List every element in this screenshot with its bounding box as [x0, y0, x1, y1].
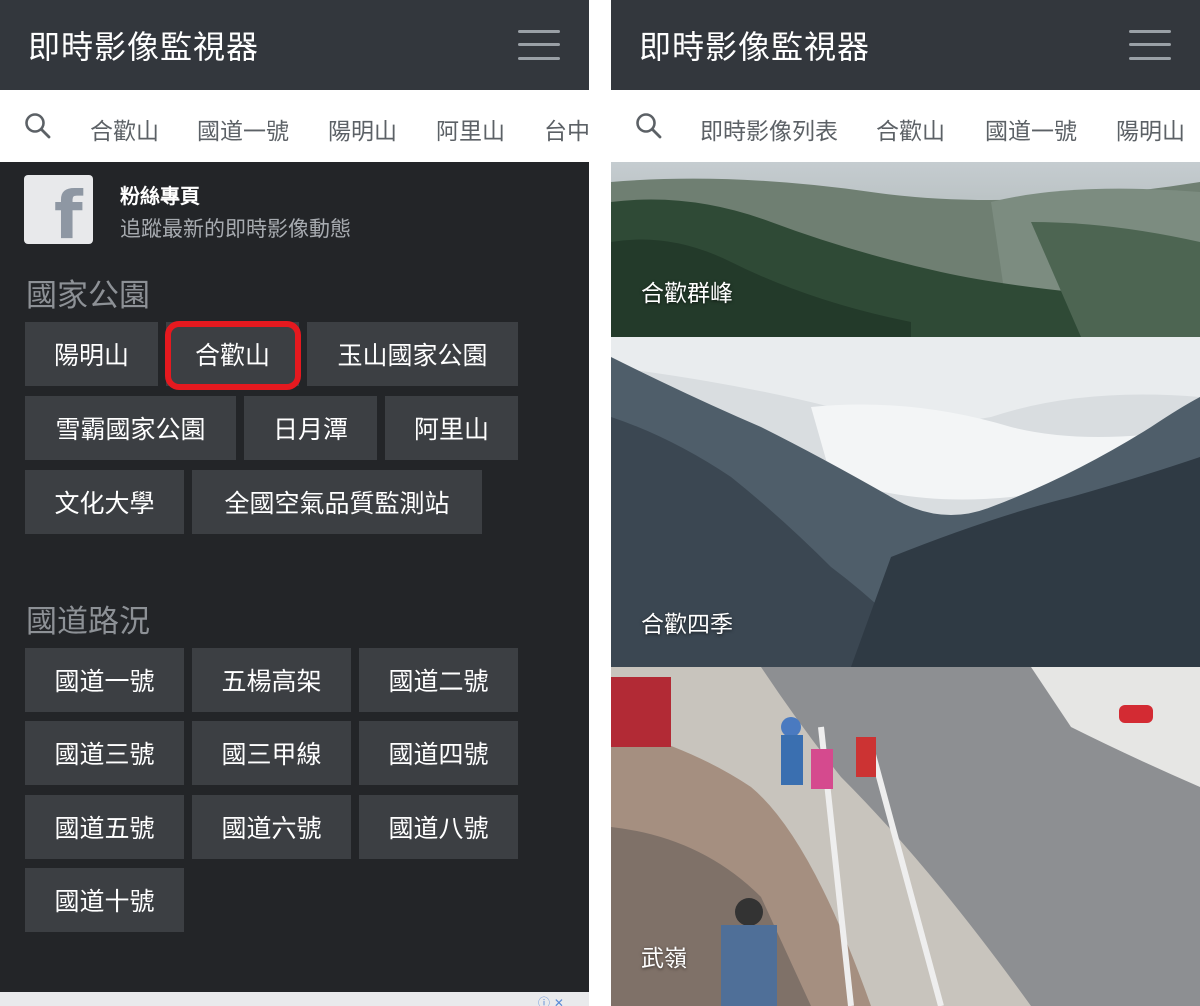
app-title: 即時影像監視器: [28, 28, 260, 66]
chip-yushan-national-park[interactable]: 玉山國家公園: [307, 322, 518, 386]
camera-card-hehuan-peaks[interactable]: 合歡群峰: [611, 162, 1200, 337]
tab-bar: 合歡山 國道一號 陽明山 阿里山 台中: [0, 90, 589, 162]
chip-freeway-5[interactable]: 國道五號: [25, 795, 184, 859]
hamburger-menu-icon[interactable]: [518, 30, 560, 60]
chip-air-quality-stations[interactable]: 全國空氣品質監測站: [192, 470, 482, 534]
fan-page-title: 粉絲專頁: [120, 184, 200, 208]
chip-freeway-10[interactable]: 國道十號: [25, 868, 184, 932]
tab-freeway-1[interactable]: 國道一號: [985, 112, 1077, 146]
tab-yangmingshan[interactable]: 陽明山: [1116, 112, 1185, 146]
ad-banner[interactable]: [0, 992, 589, 1006]
ad-close-icon[interactable]: ⓘ ✕: [538, 994, 564, 1006]
tab-hehuan[interactable]: 合歡山: [90, 112, 159, 146]
left-screen: 即時影像監視器 合歡山 國道一號 陽明山 阿里山 台中 f 粉絲專頁 追蹤最新的…: [0, 0, 589, 1006]
chip-yangmingshan[interactable]: 陽明山: [25, 322, 158, 386]
camera-card-hehuan-seasons[interactable]: 合歡四季: [611, 337, 1200, 667]
chip-wuyang-viaduct[interactable]: 五楊高架: [192, 648, 351, 712]
tab-taichung[interactable]: 台中: [544, 112, 589, 146]
chip-freeway-6[interactable]: 國道六號: [192, 795, 351, 859]
hamburger-menu-icon[interactable]: [1129, 30, 1171, 60]
app-bar: 即時影像監視器: [0, 0, 589, 90]
chip-freeway-8[interactable]: 國道八號: [359, 795, 518, 859]
facebook-fan-page-link[interactable]: f 粉絲專頁 追蹤最新的即時影像動態: [24, 175, 564, 245]
camera-label: 合歡群峰: [641, 281, 733, 307]
facebook-icon: f: [24, 175, 93, 244]
chip-shei-pa-national-park[interactable]: 雪霸國家公園: [25, 396, 236, 460]
highlight-ring: [165, 321, 301, 390]
screen-divider: [589, 0, 611, 1006]
tab-live-list[interactable]: 即時影像列表: [700, 112, 838, 146]
tab-alishan[interactable]: 阿里山: [436, 112, 505, 146]
chip-culture-university[interactable]: 文化大學: [25, 470, 184, 534]
camera-thumbnail: [611, 667, 1200, 1006]
tab-hehuan[interactable]: 合歡山: [876, 112, 945, 146]
search-icon[interactable]: [635, 112, 663, 140]
chip-freeway-4[interactable]: 國道四號: [359, 721, 518, 785]
chip-sun-moon-lake[interactable]: 日月潭: [244, 396, 377, 460]
tab-freeway-1[interactable]: 國道一號: [197, 112, 289, 146]
fan-page-subtitle: 追蹤最新的即時影像動態: [120, 217, 351, 241]
chip-alishan[interactable]: 阿里山: [385, 396, 518, 460]
right-screen: 即時影像監視器 即時影像列表 合歡山 國道一號 陽明山 合歡群峰 合歡四季 武嶺: [611, 0, 1200, 1006]
camera-label: 合歡四季: [641, 612, 733, 638]
app-title: 即時影像監視器: [639, 28, 871, 66]
chip-freeway-2[interactable]: 國道二號: [359, 648, 518, 712]
chip-freeway-3a[interactable]: 國三甲線: [192, 721, 351, 785]
camera-card-wuling[interactable]: 武嶺: [611, 667, 1200, 1006]
search-icon[interactable]: [24, 112, 52, 140]
tab-yangmingshan[interactable]: 陽明山: [328, 112, 397, 146]
app-bar: 即時影像監視器: [611, 0, 1200, 90]
chip-freeway-1[interactable]: 國道一號: [25, 648, 184, 712]
tab-bar: 即時影像列表 合歡山 國道一號 陽明山: [611, 90, 1200, 162]
camera-label: 武嶺: [641, 946, 687, 972]
chip-freeway-3[interactable]: 國道三號: [25, 721, 184, 785]
camera-thumbnail: [611, 162, 1200, 337]
section-title-freeways: 國道路況: [26, 604, 150, 640]
section-title-national-parks: 國家公園: [26, 278, 150, 314]
